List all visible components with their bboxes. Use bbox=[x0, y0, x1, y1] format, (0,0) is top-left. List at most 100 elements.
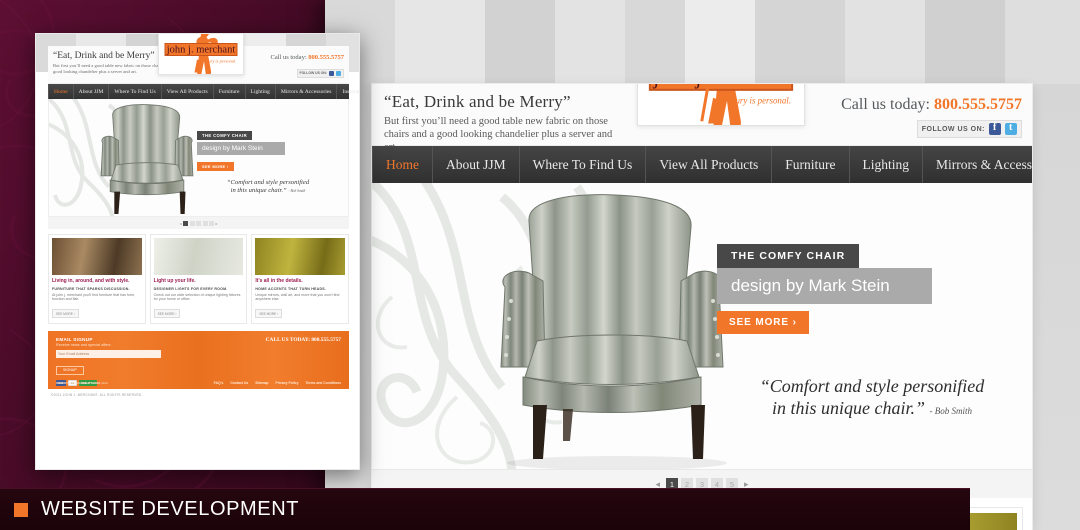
nav-item-home[interactable]: Home bbox=[372, 146, 433, 183]
facebook-icon[interactable] bbox=[329, 70, 334, 76]
header-tagline: “Eat, Drink and be Merry” But first you’… bbox=[384, 92, 634, 154]
footer-link-privacy-policy[interactable]: Privacy Policy bbox=[275, 381, 298, 385]
quote-line-2: in this unique chair.” - Bob Smith bbox=[732, 397, 1012, 422]
hero-caption-subtitle: design by Mark Stein bbox=[717, 268, 932, 304]
small-pager-page-5[interactable] bbox=[209, 220, 214, 226]
small-feature-image bbox=[52, 238, 142, 275]
small-site-logo[interactable]: john j. merchant Luxury is personal. bbox=[158, 34, 244, 75]
small-feature-image bbox=[153, 238, 244, 275]
small-call-label: Call us today: bbox=[270, 54, 307, 61]
footer-link-terms-conditions[interactable]: Terms and Conditions bbox=[305, 381, 341, 385]
nav-item-mirrors-accessories[interactable]: Mirrors & Accessories bbox=[923, 146, 1032, 183]
hero-caption-title: THE COMFY CHAIR bbox=[717, 244, 860, 268]
site-logo[interactable]: john j. merchant Luxury is personal. bbox=[637, 84, 805, 126]
nav-item-view-all-products[interactable]: View All Products bbox=[646, 146, 773, 183]
small-nav-item-where-to-find-us[interactable]: Where To Find Us bbox=[109, 84, 162, 99]
email-input[interactable]: Your Email Address bbox=[56, 350, 161, 359]
signup-button[interactable]: SIGNUP bbox=[56, 365, 84, 375]
large-website-mockup: “Eat, Drink and be Merry” But first you’… bbox=[325, 0, 1080, 530]
small-subhead-line1: But first you’ll need a good table new f… bbox=[53, 63, 164, 68]
nav-item-about-jjm[interactable]: About JJM bbox=[433, 146, 520, 183]
small-quote-line-1: “Comfort and style personified bbox=[226, 179, 310, 186]
small-hero-slider: THE COMFY CHAIR design by Mark Stein SEE… bbox=[48, 99, 349, 217]
small-follow-box: FOLLOW US ON: bbox=[296, 68, 344, 78]
small-see-more-button[interactable]: SEE MORE › bbox=[197, 162, 234, 171]
small-nav-item-mirrors-accessories[interactable]: Mirrors & Accessories bbox=[276, 84, 338, 99]
small-header-contact: Call us today: 800.555.5757 FOLLOW US ON… bbox=[271, 54, 344, 79]
small-quote-author: - Bob Smith bbox=[288, 189, 306, 193]
small-pager-page-2[interactable] bbox=[189, 220, 195, 226]
small-pager-page-4[interactable] bbox=[202, 220, 208, 226]
small-nav-item-home[interactable]: Home bbox=[48, 84, 74, 99]
footer-link-faqs[interactable]: FAQ's bbox=[214, 381, 224, 385]
small-nav-item-furniture[interactable]: Furniture bbox=[214, 84, 246, 99]
small-caption-subtitle: design by Mark Stein bbox=[197, 142, 285, 155]
site-footer: EMAIL SIGNUP Receive news and special of… bbox=[48, 330, 349, 389]
small-caption-title: THE COMFY CHAIR bbox=[197, 131, 253, 140]
quote-author: - Bob Smith bbox=[929, 406, 973, 416]
small-follow-label: FOLLOW US ON: bbox=[299, 71, 328, 75]
small-nav-item-about-jjm[interactable]: About JJM bbox=[74, 84, 110, 99]
svg-text:Luxury is personal.: Luxury is personal. bbox=[201, 58, 237, 63]
logo-artwork: john j. merchant Luxury is personal. bbox=[648, 84, 794, 125]
call-label: Call us today: bbox=[841, 96, 930, 113]
small-hero-quote: “Comfort and style personified in this u… bbox=[199, 179, 337, 195]
footer-credit: WEBSITE DESIGNED BY 9MM, LLC bbox=[56, 380, 108, 385]
nav-item-furniture[interactable]: Furniture bbox=[772, 146, 850, 183]
nav-item-lighting[interactable]: Lighting bbox=[850, 146, 923, 183]
follow-us-box: FOLLOW US ON: bbox=[916, 120, 1022, 138]
small-phone-number[interactable]: 800.555.5757 bbox=[308, 54, 344, 61]
small-feature-image bbox=[255, 238, 346, 275]
footer-links[interactable]: FAQ's Contact Us Sitemap Privacy Policy … bbox=[214, 381, 341, 385]
small-pager-prev-arrow[interactable]: ◂ bbox=[179, 221, 181, 226]
large-mockup-page: “Eat, Drink and be Merry” But first you’… bbox=[372, 84, 1032, 530]
small-main-navigation[interactable]: Home About JJM Where To Find Us View All… bbox=[48, 84, 359, 99]
small-feature-box-lighting[interactable]: Light up your life. DESIGNER LIGHTS FOR … bbox=[149, 234, 248, 324]
small-feature-see-more-button[interactable]: SEE MORE › bbox=[255, 309, 283, 319]
mockup-top-stripes bbox=[325, 0, 1080, 84]
small-nav-item-view-all-products[interactable]: View All Products bbox=[162, 84, 214, 99]
svg-text:Luxury is personal.: Luxury is personal. bbox=[721, 96, 791, 106]
phone-number[interactable]: 800.555.5757 bbox=[934, 96, 1022, 113]
small-website-mockup: “Eat, Drink and be Merry” But first you’… bbox=[35, 33, 360, 470]
small-feature-see-more-button[interactable]: SEE MORE › bbox=[52, 309, 79, 319]
twitter-icon[interactable] bbox=[1005, 122, 1017, 135]
header-contact: Call us today: 800.555.5757 FOLLOW US ON… bbox=[841, 96, 1022, 138]
footer-link-contact-us[interactable]: Contact Us bbox=[230, 381, 248, 385]
small-quote-line-2: in this unique chair.” - Bob Smith bbox=[199, 187, 337, 195]
main-navigation[interactable]: Home About JJM Where To Find Us View All… bbox=[372, 146, 1032, 183]
small-feature-body: Unique mirrors, wall art, and more that … bbox=[255, 292, 340, 302]
small-feature-heading: It’s all in the details. bbox=[255, 278, 303, 284]
small-feature-heading: Light up your life. bbox=[153, 278, 196, 284]
footer-link-sitemap[interactable]: Sitemap bbox=[255, 381, 268, 385]
svg-text:john j. merchant: john j. merchant bbox=[166, 44, 236, 55]
follow-label: FOLLOW US ON: bbox=[921, 125, 985, 133]
small-call-text: Call us today: 800.555.5757 bbox=[271, 54, 344, 61]
bullet-square-icon bbox=[14, 502, 28, 517]
quote-line-2-text: in this unique chair.” bbox=[771, 398, 925, 418]
small-quote-line-2-text: in this unique chair.” bbox=[230, 187, 287, 194]
twitter-icon[interactable] bbox=[336, 70, 341, 76]
slide-caption-band: WEBSITE DEVELOPMENT bbox=[0, 488, 970, 530]
small-slider-pagination[interactable]: ◂ ▸ bbox=[48, 217, 349, 229]
call-us-text: Call us today: 800.555.5757 bbox=[841, 96, 1022, 114]
small-feature-see-more-button[interactable]: SEE MORE › bbox=[153, 309, 181, 319]
footer-call-today: CALL US TODAY: 800.555.5757 bbox=[265, 336, 341, 343]
small-nav-item-lighting[interactable]: Lighting bbox=[246, 84, 276, 99]
small-feature-boxes-row: Living in, around, and with style. FURNI… bbox=[48, 229, 350, 329]
footer-copyright-bar: ©2011 JOHN J. MERCHANT. ALL RIGHTS RESER… bbox=[48, 388, 349, 402]
small-feature-box-furniture[interactable]: Living in, around, and with style. FURNI… bbox=[48, 234, 146, 324]
facebook-icon[interactable] bbox=[989, 122, 1001, 135]
small-nav-item-inspiration[interactable]: Inspiration bbox=[337, 84, 359, 99]
small-hero-caption: THE COMFY CHAIR design by Mark Stein SEE… bbox=[197, 124, 285, 173]
hero-slider: THE COMFY CHAIR design by Mark Stein SEE… bbox=[372, 183, 1032, 470]
small-pager-page-1[interactable] bbox=[183, 220, 188, 226]
small-pager-next-arrow[interactable]: ▸ bbox=[216, 221, 218, 226]
small-feature-box-accessories[interactable]: It’s all in the details. HOME ACCENTS TH… bbox=[251, 234, 350, 324]
hero-caption: THE COMFY CHAIR design by Mark Stein SEE… bbox=[717, 244, 932, 334]
nav-item-where-to-find-us[interactable]: Where To Find Us bbox=[520, 146, 647, 183]
small-feature-kicker: HOME ACCENTS THAT TURN HEADS. bbox=[255, 287, 327, 291]
see-more-button[interactable]: SEE MORE › bbox=[717, 311, 809, 334]
product-photo-comfy-chair bbox=[500, 194, 727, 469]
small-pager-page-3[interactable] bbox=[196, 220, 201, 226]
